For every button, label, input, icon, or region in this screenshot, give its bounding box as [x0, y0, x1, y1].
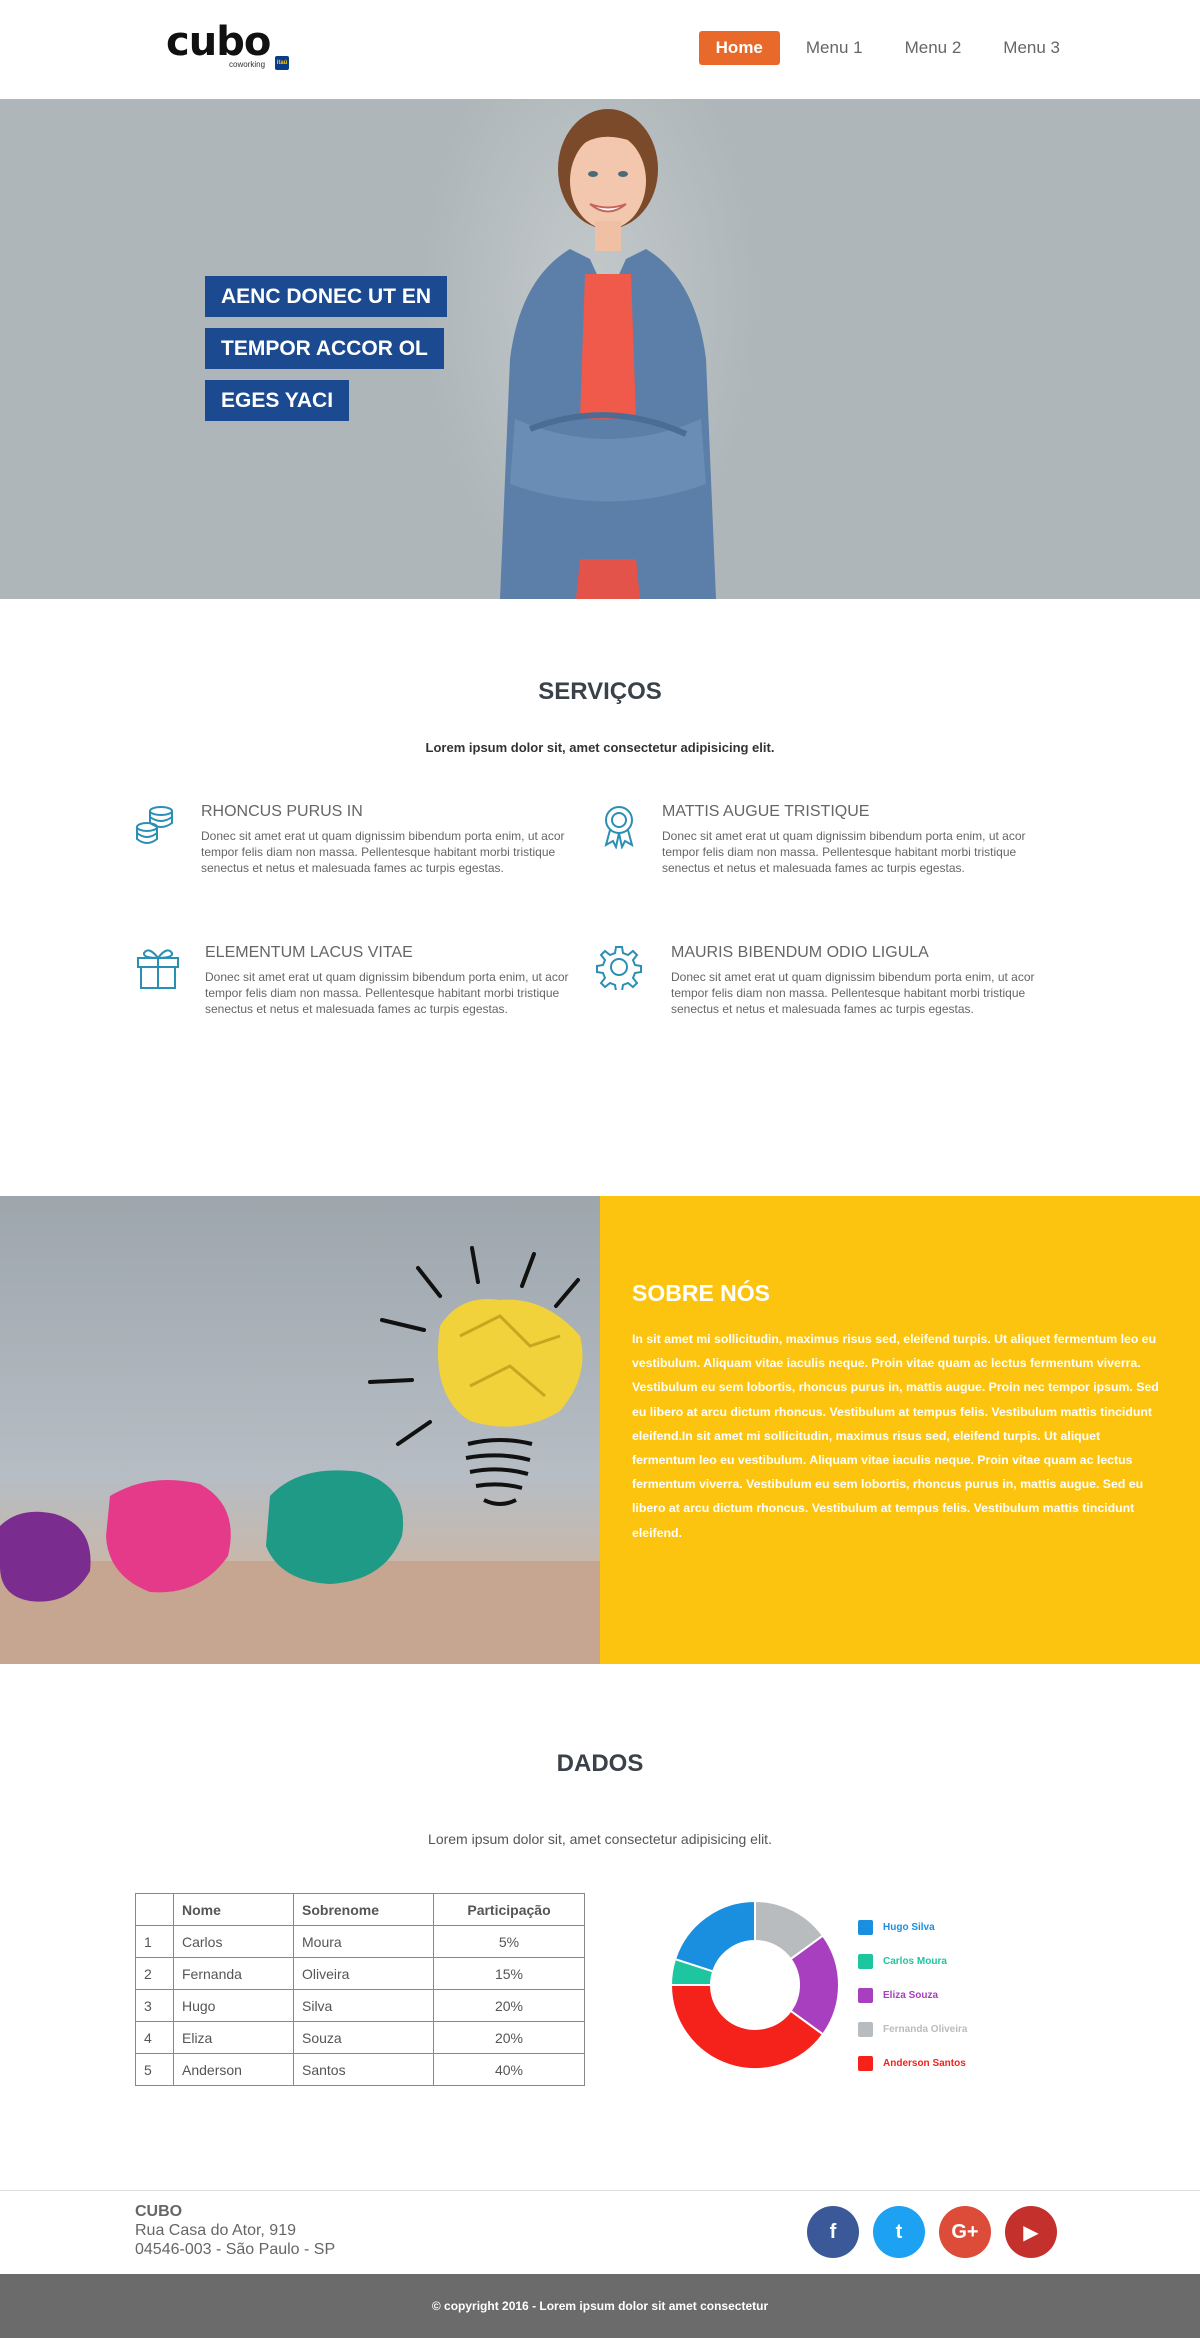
legend-item: Carlos Moura — [858, 1944, 967, 1978]
service-text: Donec sit amet erat ut quam dignissim bi… — [671, 970, 1035, 1016]
table-cell: Silva — [293, 1989, 434, 2022]
table-cell: 4 — [135, 2021, 174, 2054]
table-row: 5 Anderson Santos 40% — [135, 2053, 585, 2086]
copyright-bar: © copyright 2016 - Lorem ipsum dolor sit… — [0, 2274, 1200, 2338]
google-plus-icon[interactable]: G+ — [939, 2206, 991, 2258]
table-row: 3 Hugo Silva 20% — [135, 1989, 585, 2022]
service-title: RHONCUS PURUS IN — [201, 803, 363, 820]
table-row: 2 Fernanda Oliveira 15% — [135, 1957, 585, 1990]
footer-brand: CUBO — [135, 2203, 183, 2220]
legend-item: Fernanda Oliveira — [858, 2012, 967, 2046]
participation-donut-chart — [669, 1899, 840, 2070]
table-cell: 2 — [135, 1957, 174, 1990]
table-cell: 5% — [433, 1925, 585, 1958]
table-cell: Eliza — [173, 2021, 294, 2054]
legend-item: Anderson Santos — [858, 2046, 967, 2080]
itau-badge: itaú — [275, 56, 289, 70]
hero-headline-3: EGES YACI — [205, 380, 350, 421]
gift-icon — [137, 949, 179, 989]
address-line-2: 04546-003 - São Paulo - SP — [135, 2241, 336, 2258]
table-cell: Oliveira — [293, 1957, 434, 1990]
table-cell: Anderson — [173, 2053, 294, 2086]
table-cell: Souza — [293, 2021, 434, 2054]
chart-legend: Hugo Silva Carlos Moura Eliza Souza Fernand… — [858, 1910, 967, 2080]
legend-label: Fernanda Oliveira — [883, 2023, 968, 2035]
hero-headline-2: TEMPOR ACCOR OL — [205, 328, 444, 369]
legend-label: Eliza Souza — [883, 1989, 939, 2001]
logo-wordmark: cubo — [166, 19, 271, 65]
service-text: Donec sit amet erat ut quam dignissim bi… — [201, 829, 565, 875]
social-links: f t G+ ▶ — [807, 2206, 1071, 2258]
youtube-icon[interactable]: ▶ — [1005, 2206, 1057, 2258]
table-cell: 3 — [135, 1989, 174, 2022]
data-section-subtitle: Lorem ipsum dolor sit, amet consectetur … — [428, 1831, 772, 1847]
table-cell: Hugo — [173, 1989, 294, 2022]
table-header-nome: Nome — [173, 1893, 294, 1926]
services-title: SERVIÇOS — [538, 678, 662, 705]
service-title: ELEMENTUM LACUS VITAE — [205, 944, 413, 961]
donut-slice-hugo-silva — [673, 1899, 756, 1973]
hero-headline-1: AENC DONEC UT EN — [205, 276, 448, 317]
address-block: CUBO Rua Casa do Ator, 919 04546-003 - S… — [135, 2202, 335, 2259]
nav-menu-2[interactable]: Menu 2 — [889, 31, 978, 65]
nav-home[interactable]: Home — [698, 31, 780, 65]
nav-menu-3[interactable]: Menu 3 — [987, 31, 1076, 65]
address-line-1: Rua Casa do Ator, 919 — [135, 2222, 296, 2239]
lightbulb-paper-image — [0, 1196, 600, 1664]
table-cell: 5 — [135, 2053, 174, 2086]
table-row: 4 Eliza Souza 20% — [135, 2021, 585, 2054]
table-cell: 1 — [135, 1925, 174, 1958]
legend-label: Anderson Santos — [883, 2057, 966, 2069]
data-section-title: DADOS — [556, 1750, 644, 1777]
smiling-woman-image — [500, 109, 716, 599]
logo-subtitle: coworking — [229, 60, 266, 69]
table-cell: Fernanda — [173, 1957, 294, 1990]
main-nav: Home Menu 1 Menu 2 Menu 3 — [689, 31, 1076, 65]
award-icon — [604, 806, 634, 849]
legend-swatch — [858, 2021, 873, 2037]
table-cell: 20% — [433, 1989, 585, 2022]
twitter-icon[interactable]: t — [873, 2206, 925, 2258]
table-cell: Moura — [293, 1925, 434, 1958]
about-us-text: In sit amet mi sollicitudin, maximus ris… — [632, 1332, 1159, 1540]
facebook-icon[interactable]: f — [807, 2206, 859, 2258]
nav-menu-1[interactable]: Menu 1 — [790, 31, 879, 65]
table-cell: Carlos — [173, 1925, 294, 1958]
legend-swatch — [858, 1953, 873, 1969]
service-text: Donec sit amet erat ut quam dignissim bi… — [205, 970, 569, 1016]
legend-item: Eliza Souza — [858, 1978, 967, 2012]
table-header-sobrenome: Sobrenome — [293, 1893, 434, 1926]
hero-banner: AENC DONEC UT EN TEMPOR ACCOR OL EGES YA… — [0, 99, 1200, 599]
table-header-index — [135, 1893, 174, 1926]
site-footer: CUBO Rua Casa do Ator, 919 04546-003 - S… — [0, 2190, 1200, 2274]
table-header-participacao: Participação — [433, 1893, 585, 1926]
gear-icon — [596, 946, 642, 990]
coins-icon — [136, 806, 173, 844]
table-cell: Santos — [293, 2053, 434, 2086]
legend-label: Hugo Silva — [883, 1921, 935, 1933]
hero-headlines: AENC DONEC UT EN TEMPOR ACCOR OL EGES YA… — [205, 276, 448, 432]
site-header: cubo coworking itaú Home Menu 1 Menu 2 M… — [0, 0, 1200, 99]
cubo-logo[interactable]: cubo coworking itaú — [166, 20, 296, 75]
legend-label: Carlos Moura — [883, 1955, 947, 1967]
about-us-title: SOBRE NÓS — [632, 1280, 771, 1306]
participation-table: Nome Sobrenome Participação 1 Carlos Mou… — [135, 1893, 585, 2086]
table-cell: 15% — [433, 1957, 585, 1990]
legend-swatch — [858, 2055, 873, 2071]
service-text: Donec sit amet erat ut quam dignissim bi… — [662, 829, 1026, 875]
services-subtitle: Lorem ipsum dolor sit, amet consectetur … — [425, 740, 775, 755]
legend-swatch — [858, 1987, 873, 2003]
table-header-row: Nome Sobrenome Participação — [135, 1893, 585, 1926]
table-cell: 20% — [433, 2021, 585, 2054]
table-cell: 40% — [433, 2053, 585, 2086]
legend-item: Hugo Silva — [858, 1910, 967, 1944]
service-title: MAURIS BIBENDUM ODIO LIGULA — [671, 944, 929, 961]
about-us-panel: SOBRE NÓS In sit amet mi sollicitudin, m… — [600, 1196, 1200, 1664]
legend-swatch — [858, 1919, 873, 1935]
table-row: 1 Carlos Moura 5% — [135, 1925, 585, 1958]
service-title: MATTIS AUGUE TRISTIQUE — [662, 803, 870, 820]
